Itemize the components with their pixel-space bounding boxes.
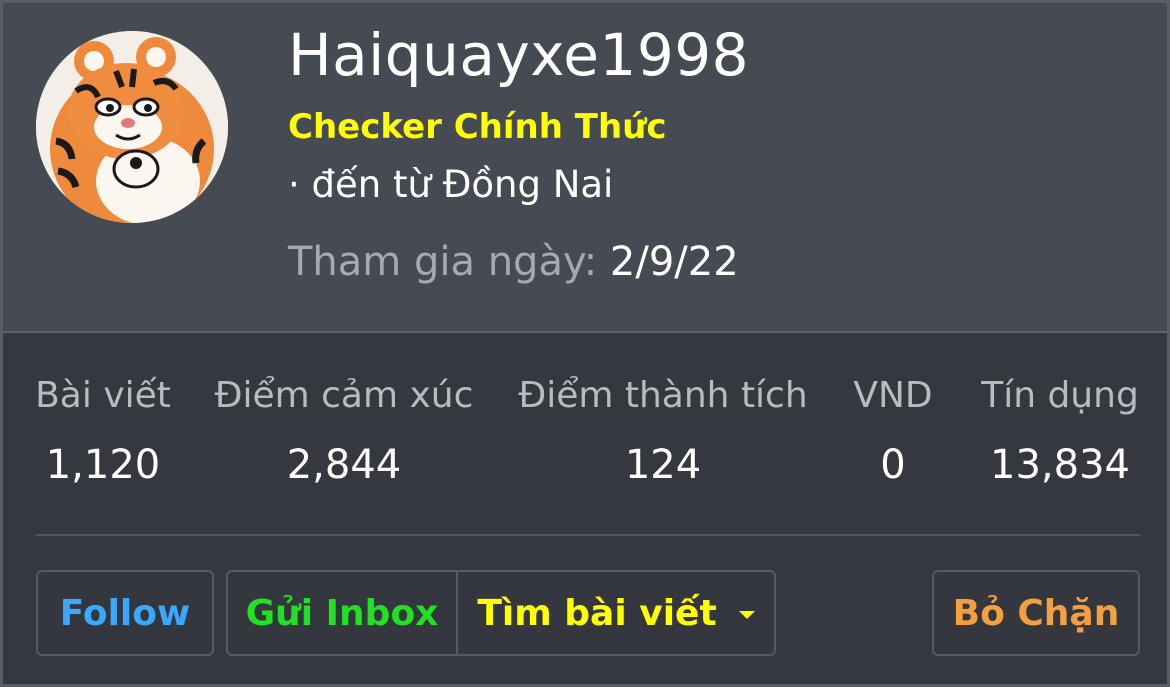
stat-label: Điểm thành tích: [518, 375, 808, 416]
find-posts-dropdown[interactable]: Tìm bài viết: [458, 572, 774, 654]
send-inbox-label: Gửi Inbox: [245, 592, 439, 634]
joined-label: Tham gia ngày:: [288, 239, 598, 285]
stat-label: VND: [853, 375, 933, 416]
stat-vnd[interactable]: VND 0: [845, 375, 941, 488]
avatar[interactable]: [36, 31, 228, 223]
stat-value: 13,834: [990, 442, 1130, 488]
divider: [36, 534, 1140, 536]
profile-header: Haiquayxe1998 Checker Chính Thức · đến t…: [3, 3, 1167, 333]
member-card: Haiquayxe1998 Checker Chính Thức · đến t…: [0, 0, 1170, 687]
joined-value: 2/9/22: [609, 239, 739, 285]
stat-value: 0: [880, 442, 906, 488]
action-button-group: Gửi Inbox Tìm bài viết: [226, 570, 776, 656]
find-posts-label: Tìm bài viết: [477, 592, 717, 634]
tiger-avatar-icon: [36, 31, 228, 223]
user-title: Checker Chính Thức: [288, 107, 667, 147]
send-inbox-button[interactable]: Gửi Inbox: [228, 572, 458, 654]
user-location: · đến từ Đồng Nai: [288, 163, 614, 206]
unblock-button[interactable]: Bỏ Chặn: [932, 570, 1140, 656]
stat-value: 1,120: [45, 442, 161, 488]
stat-value: 2,844: [286, 442, 402, 488]
stat-posts[interactable]: Bài viết 1,120: [31, 375, 175, 488]
stat-label: Bài viết: [35, 375, 171, 416]
stat-credit[interactable]: Tín dụng 13,834: [971, 375, 1149, 488]
stat-value: 124: [624, 442, 702, 488]
username[interactable]: Haiquayxe1998: [288, 21, 749, 89]
stat-label: Tín dụng: [981, 375, 1139, 416]
joined-date: Tham gia ngày: 2/9/22: [288, 239, 739, 285]
stat-label: Điểm cảm xúc: [214, 375, 474, 416]
stat-reactions[interactable]: Điểm cảm xúc 2,844: [208, 375, 480, 488]
stat-achievements[interactable]: Điểm thành tích 124: [513, 375, 813, 488]
caret-down-icon: [738, 611, 755, 619]
follow-button[interactable]: Follow: [36, 570, 214, 656]
